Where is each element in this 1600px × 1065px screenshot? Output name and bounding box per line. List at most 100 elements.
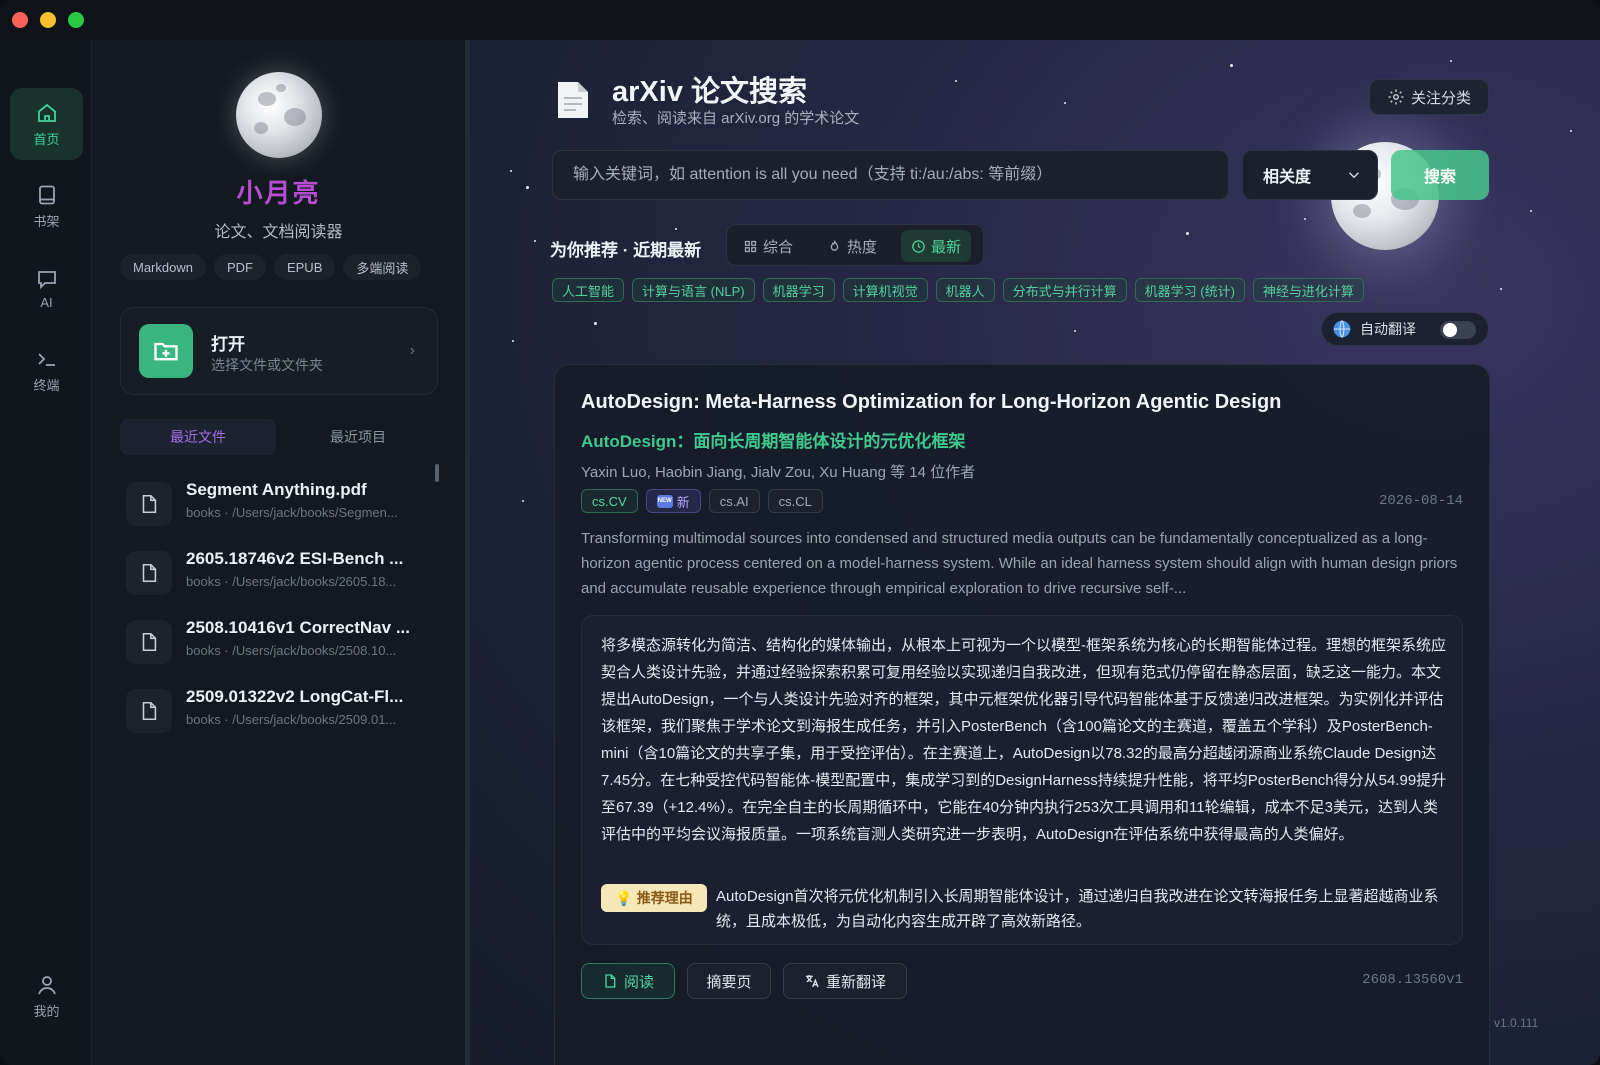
paper-authors: Yaxin Luo, Haobin Jiang, Jialv Zou, Xu H… [581, 464, 976, 481]
category-tag: cs.AI [708, 489, 760, 513]
translated-abstract-box: 将多模态源转化为简洁、结构化的媒体输出，从根本上可视为一个以模型-框架系统为核心… [581, 615, 1463, 945]
abstract-translated: 将多模态源转化为简洁、结构化的媒体输出，从根本上可视为一个以模型-框架系统为核心… [601, 637, 1447, 843]
open-card-subtitle: 选择文件或文件夹 [211, 357, 323, 373]
page-subtitle: 检索、阅读来自 arXiv.org 的学术论文 [612, 110, 860, 127]
home-icon [37, 103, 56, 122]
minimize-window-button[interactable] [40, 12, 56, 28]
format-chip-pdf: PDF [213, 254, 266, 280]
follow-categories-button[interactable]: 关注分类 [1369, 79, 1489, 115]
paper-translated-title: AutoDesign：面向长周期智能体设计的元优化框架 [581, 432, 966, 451]
app-tagline: 论文、文档阅读器 [214, 224, 343, 241]
file-name: 2509.01322v2 LongCat-Fl... [186, 687, 404, 706]
app-window: 首页 书架 AI 终端 我的 小月亮 论文、文档阅读器 Markdown PDF… [0, 0, 1600, 1065]
segment-latest[interactable]: 最新 [901, 230, 972, 262]
new-icon: NEW [656, 494, 673, 508]
auto-translate-label: 自动翻译 [1360, 321, 1416, 337]
feed-mode-segmented: 综合 热度 最新 [726, 224, 984, 266]
format-chip-multi-device: 多端阅读 [343, 254, 422, 280]
document-icon [558, 82, 588, 118]
paper-arxiv-id: 2608.13560v1 [1362, 972, 1463, 988]
category-chip[interactable]: 人工智能 [552, 278, 625, 302]
file-icon [126, 689, 172, 733]
toggle-switch[interactable] [1440, 321, 1476, 339]
category-chip[interactable]: 神经与进化计算 [1252, 278, 1364, 302]
nav-ai[interactable]: AI [10, 252, 83, 324]
category-chip[interactable]: 计算与语言 (NLP) [632, 278, 755, 302]
file-list-scrollbar[interactable] [435, 464, 439, 482]
new-badge-label: 新 [676, 494, 690, 510]
chevron-down-icon [1348, 172, 1360, 179]
nav-home-label: 首页 [33, 131, 60, 147]
zoom-window-button[interactable] [68, 12, 84, 28]
file-name: Segment Anything.pdf [186, 480, 367, 499]
gear-icon [1388, 89, 1404, 105]
recent-file-item[interactable]: 2605.18746v2 ESI-Bench ... books · /User… [126, 543, 426, 603]
file-path: books · /Users/jack/books/2605.18... [186, 574, 397, 589]
file-path: books · /Users/jack/books/2508.10... [186, 643, 397, 658]
sort-select-label: 相关度 [1263, 169, 1312, 186]
read-button[interactable]: 阅读 [581, 963, 675, 999]
title-bar [0, 0, 1600, 40]
search-input[interactable] [552, 150, 1229, 200]
file-icon [605, 974, 616, 988]
abstract-page-button[interactable]: 摘要页 [687, 963, 771, 999]
chat-icon [37, 270, 56, 289]
category-chip[interactable]: 机器学习 [762, 278, 835, 302]
recent-file-item[interactable]: Segment Anything.pdf books · /Users/jack… [126, 474, 426, 534]
paper-date: 2026-08-14 [1378, 493, 1463, 509]
nav-home[interactable]: 首页 [10, 88, 83, 160]
file-name: 2605.18746v2 ESI-Bench ... [186, 549, 404, 568]
auto-translate-toggle[interactable]: 自动翻译 [1321, 312, 1489, 346]
retranslate-button[interactable]: 重新翻译 [783, 963, 907, 999]
retranslate-label: 重新翻译 [825, 973, 886, 991]
sidebar-tabs: 最近文件 最近项目 [120, 419, 438, 455]
format-chip-epub: EPUB [273, 254, 336, 280]
file-path: books · /Users/jack/books/2509.01... [186, 712, 397, 727]
translate-icon [805, 975, 819, 988]
user-icon [37, 975, 56, 994]
abstract-english: Transforming multimodal sources into con… [581, 530, 1458, 597]
tab-recent-files[interactable]: 最近文件 [120, 419, 276, 455]
recommend-reason-label: 推荐理由 [636, 890, 693, 906]
nav-bookshelf[interactable]: 书架 [10, 170, 83, 242]
category-chip[interactable]: 机器学习 (统计) [1134, 278, 1245, 302]
open-file-card[interactable]: 打开 选择文件或文件夹 › [120, 307, 438, 395]
segment-overall-label: 综合 [763, 238, 794, 256]
format-chips: Markdown PDF EPUB 多端阅读 [120, 254, 422, 280]
nav-profile-label: 我的 [33, 1003, 60, 1019]
nav-rail: 首页 书架 AI 终端 我的 [0, 40, 92, 1065]
close-window-button[interactable] [12, 12, 28, 28]
moon-logo [236, 72, 322, 158]
nav-terminal-label: 终端 [33, 377, 60, 393]
nav-terminal[interactable]: 终端 [10, 334, 83, 406]
nav-ai-label: AI [40, 294, 53, 310]
open-card-title: 打开 [211, 335, 245, 354]
folder-plus-icon [139, 324, 193, 378]
sort-select[interactable]: 相关度 [1242, 150, 1378, 200]
segment-overall[interactable]: 综合 [733, 230, 803, 262]
clock-icon [912, 239, 925, 253]
nav-bookshelf-label: 书架 [33, 213, 60, 229]
terminal-icon [37, 352, 55, 366]
new-badge: NEW 新 [645, 489, 701, 513]
paper-card: AutoDesign: Meta-Harness Optimization fo… [554, 364, 1490, 1065]
category-chips: 人工智能 计算与语言 (NLP) 机器学习 计算机视觉 机器人 分布式与并行计算… [552, 278, 1364, 302]
paper-title[interactable]: AutoDesign: Meta-Harness Optimization fo… [581, 391, 1471, 414]
category-chip[interactable]: 机器人 [935, 278, 995, 302]
tab-recent-projects[interactable]: 最近项目 [280, 419, 436, 455]
recent-file-item[interactable]: 2509.01322v2 LongCat-Fl... books · /User… [126, 681, 426, 741]
flame-icon [830, 240, 839, 251]
segment-hot[interactable]: 热度 [817, 230, 887, 262]
grid-icon [744, 240, 757, 252]
category-chip[interactable]: 分布式与并行计算 [1002, 278, 1127, 302]
chevron-right-icon: › [409, 342, 415, 359]
search-button[interactable]: 搜索 [1391, 150, 1489, 200]
app-name: 小月亮 [236, 178, 321, 208]
lightbulb-icon: 💡 [615, 889, 633, 906]
paper-tags: cs.CV NEW 新 cs.AI cs.CL [581, 489, 823, 513]
recent-file-item[interactable]: 2508.10416v1 CorrectNav ... books · /Use… [126, 612, 426, 672]
file-icon [126, 551, 172, 595]
category-chip[interactable]: 计算机视觉 [842, 278, 928, 302]
nav-profile[interactable]: 我的 [10, 966, 83, 1026]
segment-latest-label: 最新 [931, 238, 962, 256]
